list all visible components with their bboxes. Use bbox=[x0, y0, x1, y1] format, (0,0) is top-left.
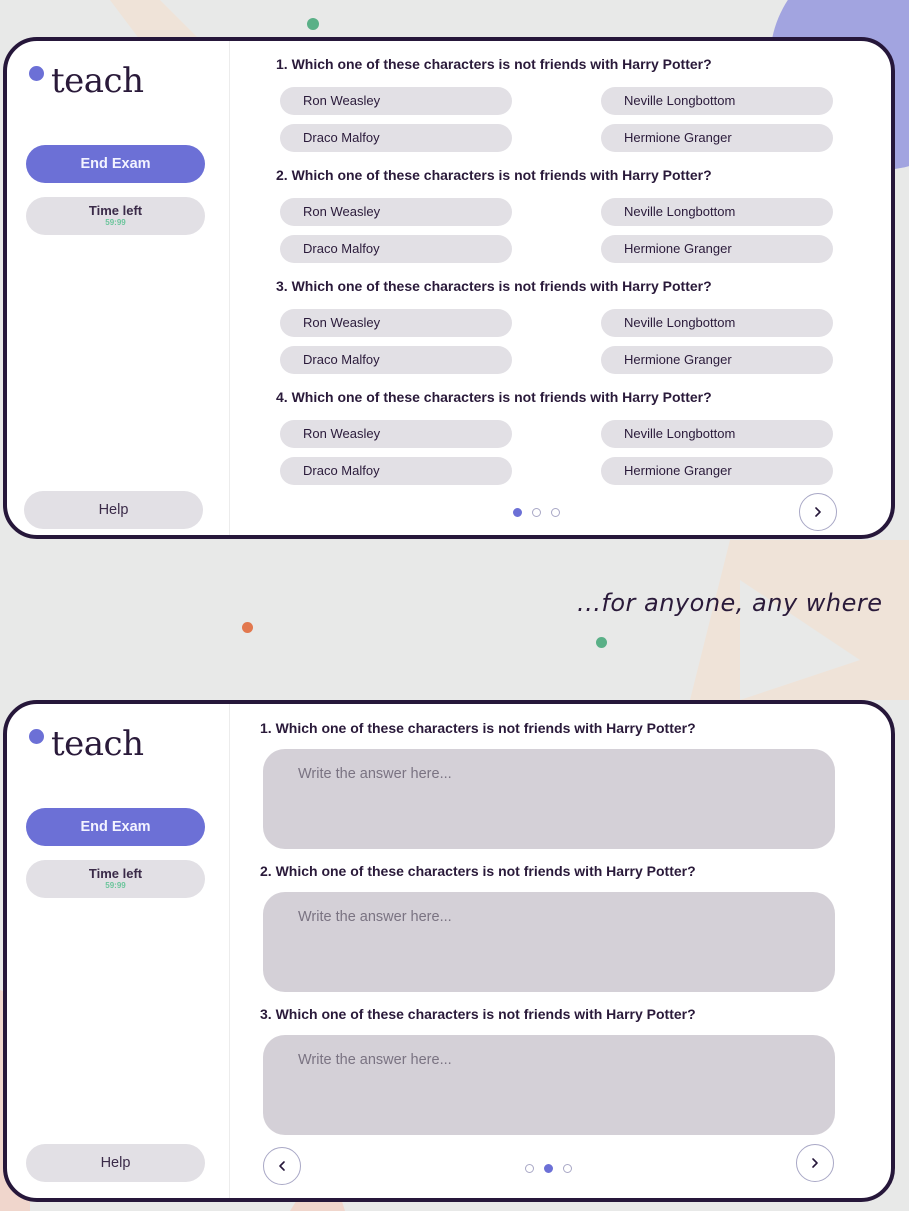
answer-option[interactable]: Ron Weasley bbox=[280, 198, 512, 226]
answer-option[interactable]: Hermione Granger bbox=[601, 346, 833, 374]
answer-option[interactable]: Hermione Granger bbox=[601, 124, 833, 152]
page-dot-3[interactable] bbox=[563, 1164, 572, 1173]
chevron-left-icon bbox=[279, 1161, 285, 1171]
logo-dot-icon bbox=[29, 66, 44, 81]
question-title: 3. Which one of these characters is not … bbox=[276, 278, 712, 294]
question-title: 1. Which one of these characters is not … bbox=[276, 56, 712, 72]
tagline: ...for anyone, any where bbox=[577, 589, 883, 617]
answer-input[interactable] bbox=[263, 1035, 835, 1135]
time-left-label: Time left bbox=[88, 203, 143, 218]
time-left-label: Time left bbox=[88, 866, 143, 881]
answer-input[interactable] bbox=[263, 892, 835, 992]
question-title: 2. Which one of these characters is not … bbox=[276, 167, 712, 183]
decoration-dot-green bbox=[596, 637, 607, 648]
answer-option[interactable]: Draco Malfoy bbox=[280, 124, 512, 152]
next-page-button[interactable] bbox=[796, 1144, 834, 1182]
time-left-box: Time left 59:99 bbox=[26, 197, 205, 235]
page-dot-1[interactable] bbox=[513, 508, 522, 517]
sidebar: teach End Exam Time left 59:99 Help bbox=[7, 41, 230, 535]
exam-window-multiple-choice: teach End Exam Time left 59:99 Help 1. W… bbox=[3, 37, 895, 539]
exam-window-written-answers: teach End Exam Time left 59:99 Help 1. W… bbox=[3, 700, 895, 1202]
answer-option[interactable]: Hermione Granger bbox=[601, 457, 833, 485]
answer-option[interactable]: Ron Weasley bbox=[280, 87, 512, 115]
end-exam-button[interactable]: End Exam bbox=[26, 808, 205, 846]
chevron-right-icon bbox=[815, 507, 821, 517]
answer-option[interactable]: Hermione Granger bbox=[601, 235, 833, 263]
page-dot-1[interactable] bbox=[525, 1164, 534, 1173]
time-left-box: Time left 59:99 bbox=[26, 860, 205, 898]
answer-option[interactable]: Draco Malfoy bbox=[280, 235, 512, 263]
question-title: 3. Which one of these characters is not … bbox=[260, 1006, 696, 1022]
page-dot-2[interactable] bbox=[532, 508, 541, 517]
pagination-dots bbox=[513, 508, 560, 517]
answer-option[interactable]: Draco Malfoy bbox=[280, 346, 512, 374]
answer-option[interactable]: Neville Longbottom bbox=[601, 309, 833, 337]
answer-option[interactable]: Ron Weasley bbox=[280, 420, 512, 448]
answer-option[interactable]: Draco Malfoy bbox=[280, 457, 512, 485]
next-page-button[interactable] bbox=[799, 493, 837, 531]
question-title: 4. Which one of these characters is not … bbox=[276, 389, 712, 405]
logo-text: teach bbox=[51, 61, 144, 101]
chevron-right-icon bbox=[812, 1158, 818, 1168]
answer-input[interactable] bbox=[263, 749, 835, 849]
question-title: 1. Which one of these characters is not … bbox=[260, 720, 696, 736]
answer-option[interactable]: Neville Longbottom bbox=[601, 198, 833, 226]
question-title: 2. Which one of these characters is not … bbox=[260, 863, 696, 879]
decoration-dot-orange bbox=[242, 622, 253, 633]
answer-option[interactable]: Ron Weasley bbox=[280, 309, 512, 337]
answer-option[interactable]: Neville Longbottom bbox=[601, 420, 833, 448]
sidebar: teach End Exam Time left 59:99 Help bbox=[7, 704, 230, 1198]
pagination-dots bbox=[525, 1164, 572, 1173]
decoration-dot-green bbox=[307, 18, 319, 30]
end-exam-button[interactable]: End Exam bbox=[26, 145, 205, 183]
logo-dot-icon bbox=[29, 729, 44, 744]
help-button[interactable]: Help bbox=[26, 1144, 205, 1182]
page-dot-3[interactable] bbox=[551, 508, 560, 517]
time-left-value: 59:99 bbox=[105, 218, 126, 227]
time-left-value: 59:99 bbox=[105, 881, 126, 890]
answer-option[interactable]: Neville Longbottom bbox=[601, 87, 833, 115]
help-button[interactable]: Help bbox=[24, 491, 203, 529]
page-dot-2[interactable] bbox=[544, 1164, 553, 1173]
previous-page-button[interactable] bbox=[263, 1147, 301, 1185]
logo-text: teach bbox=[51, 724, 144, 764]
